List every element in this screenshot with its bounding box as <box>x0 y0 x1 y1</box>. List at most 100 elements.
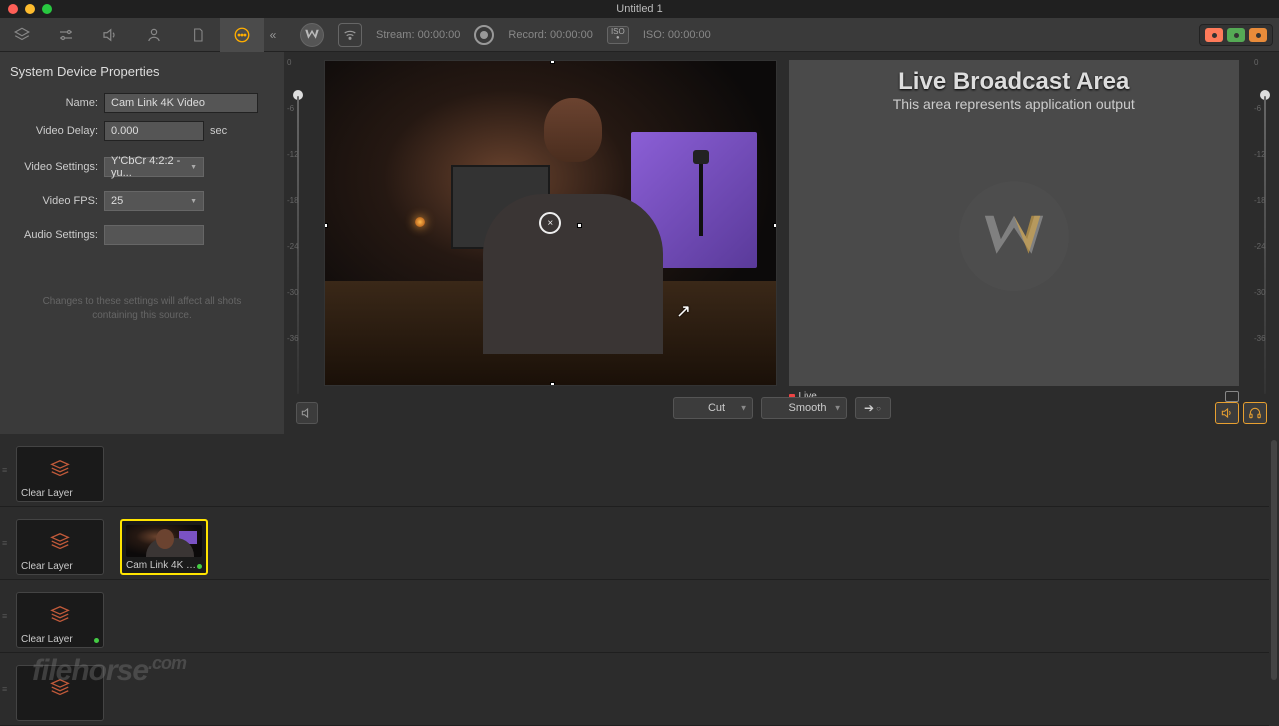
meter-tick: -36 <box>1254 334 1276 343</box>
meter-tick: -6 <box>287 104 294 113</box>
live-subtitle: This area represents application output <box>789 96 1240 112</box>
tab-document-icon[interactable] <box>176 18 220 52</box>
status-pill-orange[interactable] <box>1249 28 1267 42</box>
meter-tick: -18 <box>287 196 299 205</box>
audio-settings-select[interactable] <box>104 225 204 245</box>
tab-person-icon[interactable] <box>132 18 176 52</box>
layer-handle[interactable]: ≡ <box>2 687 7 691</box>
meter-tick: 0 <box>1254 58 1276 67</box>
delay-label: Video Delay: <box>10 125 98 137</box>
toolbar: « Stream: 00:00:00 Record: 00:00:00 ISO●… <box>0 18 1279 52</box>
shot-label: Cam Link 4K Vide <box>126 560 202 571</box>
chevron-down-icon: ▼ <box>190 198 197 205</box>
preview-area: 0 -6 -12 -18 -24 -30 -36 0 -6 -12 -18 -24 -30 -36 × … <box>284 52 1279 434</box>
resize-handle[interactable] <box>773 223 776 228</box>
meter-tick: -24 <box>1254 242 1276 251</box>
fps-select[interactable]: 25▼ <box>104 191 204 211</box>
go-button[interactable]: ➔○ <box>855 397 891 419</box>
delay-suffix: sec <box>210 125 227 137</box>
live-viewport: Live Broadcast Area This area represents… <box>789 60 1240 386</box>
stream-label: Stream: 00:00:00 <box>376 29 460 41</box>
shot-clear[interactable]: Clear Layer <box>16 592 104 648</box>
stream-connection-icon[interactable] <box>338 23 362 47</box>
live-title: Live Broadcast Area <box>789 60 1240 96</box>
preview-video-content: × ↖ <box>325 61 776 385</box>
app-logo-icon <box>300 23 324 47</box>
shot-label: Clear Layer <box>21 488 99 499</box>
chevron-down-icon: ▼ <box>740 404 748 413</box>
meter-tick: -12 <box>287 150 299 159</box>
layer-handle[interactable]: ≡ <box>2 468 7 472</box>
video-settings-label: Video Settings: <box>10 161 98 173</box>
shot-label: Clear Layer <box>21 634 99 645</box>
layer-handle[interactable]: ≡ <box>2 614 7 618</box>
layer-row: ≡ Clear Layer <box>0 580 1269 653</box>
audio-settings-label: Audio Settings: <box>10 229 98 241</box>
transition-cut-select[interactable]: Cut▼ <box>673 397 753 419</box>
window-minimize[interactable] <box>25 4 35 14</box>
audio-meter-right: 0 -6 -12 -18 -24 -30 -36 <box>1251 52 1279 402</box>
record-button[interactable] <box>474 25 494 45</box>
meter-tick: -36 <box>287 334 299 343</box>
titlebar: Untitled 1 <box>0 0 1279 18</box>
transition-controls: Cut▼ Smooth▼ ➔○ <box>673 389 891 435</box>
chevron-down-icon: ▼ <box>190 164 197 171</box>
rotate-handle[interactable] <box>577 223 582 228</box>
monitor-icon[interactable] <box>1225 391 1239 402</box>
video-settings-select[interactable]: Y'CbCr 4:2:2 - yu...▼ <box>104 157 204 177</box>
iso-button[interactable]: ISO● <box>607 26 629 44</box>
meter-tick: -24 <box>287 242 299 251</box>
record-label: Record: 00:00:00 <box>508 29 592 41</box>
meter-tick: -30 <box>1254 288 1276 297</box>
resize-handle[interactable] <box>325 223 328 228</box>
layers-icon <box>47 604 73 626</box>
settings-note: Changes to these settings will affect al… <box>10 295 274 323</box>
meter-tick: -30 <box>287 288 299 297</box>
shot-clear[interactable]: Clear Layer <box>16 519 104 575</box>
meter-tick: -6 <box>1254 104 1276 113</box>
shot-clear[interactable]: Clear Layer <box>16 446 104 502</box>
properties-panel: System Device Properties Name: Video Del… <box>0 52 284 434</box>
window-title: Untitled 1 <box>616 3 662 15</box>
window-zoom[interactable] <box>42 4 52 14</box>
chevron-down-icon: ▼ <box>834 404 842 413</box>
headphones-button[interactable] <box>1243 402 1267 424</box>
fps-label: Video FPS: <box>10 195 98 207</box>
collapse-panel-icon[interactable]: « <box>264 18 282 52</box>
tab-layers-icon[interactable] <box>0 18 44 52</box>
delay-input[interactable] <box>104 121 204 141</box>
layer-handle[interactable]: ≡ <box>2 541 7 545</box>
name-input[interactable] <box>104 93 258 113</box>
transition-smooth-select[interactable]: Smooth▼ <box>761 397 847 419</box>
meter-tick: -12 <box>1254 150 1276 159</box>
layer-row: ≡ Clear Layer Cam Link 4K Vide <box>0 507 1269 580</box>
wirecast-logo-icon <box>959 181 1069 291</box>
shot-thumbnail <box>126 525 202 557</box>
status-pill-green[interactable] <box>1227 28 1245 42</box>
iso-label: ISO: 00:00:00 <box>643 29 711 41</box>
speaker-output-button[interactable] <box>1215 402 1239 424</box>
watermark: filehorse.com <box>32 653 186 688</box>
selection-center-handle[interactable]: × <box>539 212 561 234</box>
tab-more-icon[interactable] <box>220 18 264 52</box>
resize-handle[interactable] <box>550 61 555 64</box>
preview-viewport[interactable]: × ↖ Preview <box>324 60 777 386</box>
shot-camera[interactable]: Cam Link 4K Vide <box>120 519 208 575</box>
name-label: Name: <box>10 97 98 109</box>
audio-meter-left: 0 -6 -12 -18 -24 -30 -36 <box>284 52 312 402</box>
resize-handle[interactable] <box>550 382 555 385</box>
layer-row: ≡ Clear Layer <box>0 434 1269 507</box>
meter-tick: 0 <box>287 58 291 67</box>
mute-preview-button[interactable] <box>296 402 318 424</box>
tab-adjust-icon[interactable] <box>44 18 88 52</box>
window-close[interactable] <box>8 4 18 14</box>
meter-tick: -18 <box>1254 196 1276 205</box>
layers-scrollbar[interactable] <box>1271 440 1277 680</box>
cursor-icon: ↖ <box>676 301 691 322</box>
panel-title: System Device Properties <box>10 64 274 79</box>
layers-icon <box>47 531 73 553</box>
tab-audio-icon[interactable] <box>88 18 132 52</box>
status-pill-red[interactable] <box>1205 28 1223 42</box>
shot-label: Clear Layer <box>21 561 99 572</box>
live-dot-icon <box>94 638 99 643</box>
